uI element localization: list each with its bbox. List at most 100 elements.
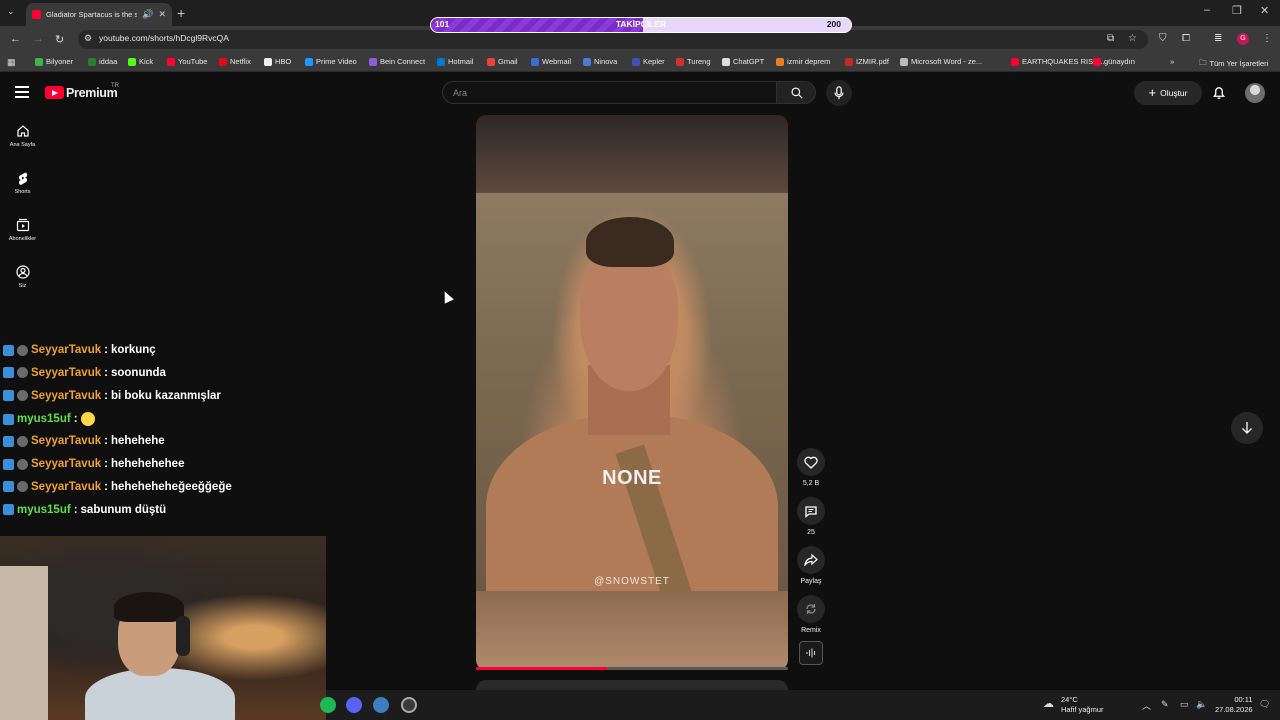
like-button[interactable]: 5,2 B <box>797 448 825 487</box>
bookmark-item[interactable]: Bilyoner <box>35 57 73 66</box>
discord-icon[interactable] <box>346 697 362 713</box>
minimize-icon[interactable]: – <box>1204 4 1210 16</box>
bookmark-star-icon[interactable]: ☆ <box>1128 33 1137 44</box>
guide-item-shorts[interactable]: Shorts <box>0 171 45 195</box>
guide-label: Ana Sayfa <box>9 142 36 148</box>
shield-extension-icon[interactable]: ⛉ <box>1159 33 1167 44</box>
bookmark-item[interactable]: izmir deprem <box>776 57 830 66</box>
bookmark-item[interactable]: YouTube <box>167 57 207 66</box>
next-short-button[interactable] <box>1231 412 1263 444</box>
notification-center-icon[interactable]: 🗨 <box>1259 699 1270 710</box>
chat-text: sabunum düştü <box>80 503 167 516</box>
extensions-icon[interactable]: ⧠ <box>1182 33 1190 44</box>
bookmark-item[interactable]: Bein Connect <box>369 57 425 66</box>
bookmark-item[interactable]: Gmail <box>487 57 518 66</box>
bookmark-item[interactable]: Prime Video <box>305 57 357 66</box>
bookmark-item[interactable]: Hotmail <box>437 57 473 66</box>
account-avatar[interactable] <box>1245 83 1265 103</box>
url-text[interactable]: youtube.com/shorts/hDcgl9RvcQA <box>99 33 229 43</box>
tab-close-icon[interactable]: ✕ <box>158 9 166 20</box>
bookmark-favicon-icon <box>722 57 730 66</box>
close-window-icon[interactable]: ✕ <box>1260 4 1269 17</box>
guide-label: Abonelikler <box>8 236 37 242</box>
system-clock[interactable]: 00:11 27.08.2026 <box>1215 695 1253 715</box>
comments-button[interactable]: 25 <box>797 497 825 536</box>
spotify-icon[interactable] <box>320 697 336 713</box>
bookmark-item[interactable]: HBO <box>264 57 291 66</box>
new-tab-button[interactable]: + <box>177 5 185 21</box>
tray-overflow-icon[interactable]: ︿ <box>1142 699 1151 712</box>
forward-icon[interactable]: → <box>33 33 44 45</box>
plus-icon: + <box>1148 85 1157 100</box>
guide-item-home[interactable]: Ana Sayfa <box>0 124 45 148</box>
bookmark-label: izmir deprem <box>787 57 831 66</box>
bookmark-item[interactable]: günaydın <box>1093 57 1135 66</box>
bookmark-favicon-icon <box>437 57 445 66</box>
chat-message: SeyyarTavuk : hehehehehеğeeğğeğe <box>3 481 232 493</box>
guide-item-subscriptions[interactable]: Abonelikler <box>0 218 45 242</box>
chat-badge-icon <box>3 413 14 425</box>
subscriptions-icon <box>16 218 29 232</box>
volume-icon[interactable]: 🔈 <box>1196 699 1207 710</box>
back-icon[interactable]: ← <box>10 33 21 45</box>
bookmark-item[interactable]: Netflix <box>219 57 251 66</box>
pen-icon[interactable]: ✎ <box>1161 699 1169 710</box>
bookmark-label: iddaa <box>99 57 118 66</box>
bookmark-item[interactable]: iddaa <box>88 57 117 66</box>
guide-item-you[interactable]: Siz <box>0 265 45 289</box>
profile-icon[interactable]: G <box>1237 33 1249 45</box>
media-control-icon[interactable]: ≣ <box>1214 33 1222 44</box>
weather-widget[interactable]: 24°C Hafif yağmur <box>1061 695 1104 715</box>
chat-message: SeyyarTavuk : hehehehehee <box>3 458 184 470</box>
bookmark-item[interactable]: IZMIR.pdf <box>845 57 889 66</box>
bookmark-favicon-icon <box>845 57 853 66</box>
network-icon[interactable]: ▭ <box>1180 699 1189 710</box>
bookmark-favicon-icon <box>35 57 43 66</box>
chat-text: hehehehe <box>110 435 165 448</box>
app-icon[interactable] <box>373 697 389 713</box>
remix-label: Remix <box>801 627 821 634</box>
browser-menu-icon[interactable]: ⋮ <box>1262 33 1272 44</box>
region-code: TR <box>111 83 119 89</box>
bookmark-item[interactable]: Tureng <box>676 57 711 66</box>
share-button[interactable]: Paylaş <box>797 546 825 585</box>
install-app-icon[interactable]: ⧉ <box>1107 33 1114 44</box>
bookmark-item[interactable]: Ninova <box>583 57 617 66</box>
menu-icon[interactable] <box>15 86 29 101</box>
bookmarks-overflow-icon[interactable]: » <box>1170 57 1174 66</box>
video-progress-bar[interactable] <box>476 667 788 670</box>
chat-message: SeyyarTavuk : soonunda <box>3 367 166 379</box>
bookmark-favicon-icon <box>219 57 227 66</box>
chat-username: SeyyarTavuk <box>31 389 102 402</box>
chat-username: SeyyarTavuk <box>31 435 102 448</box>
all-bookmarks-button[interactable]: 🗀 Tüm Yer İşaretleri <box>1199 57 1268 70</box>
chat-text: bi boku kazanmışlar <box>110 389 221 402</box>
reload-icon[interactable]: ↻ <box>55 33 64 46</box>
comment-icon <box>805 505 817 518</box>
tab-search-icon[interactable]: ⌄ <box>7 6 15 17</box>
bookmark-item[interactable]: EARTHQUAKES RISK... <box>1011 57 1104 66</box>
obs-icon[interactable] <box>401 697 417 713</box>
smile-emoji-icon <box>80 412 95 427</box>
bookmark-item[interactable]: Kepler <box>632 57 665 66</box>
site-info-icon[interactable]: ⚙ <box>84 33 92 44</box>
notifications-bell-icon[interactable] <box>1212 85 1226 100</box>
bookmark-item[interactable]: Microsoft Word - ze... <box>900 57 982 66</box>
speaker-icon[interactable]: 🔊 <box>142 9 153 20</box>
create-button[interactable]: + Oluştur <box>1134 81 1202 105</box>
sound-button[interactable] <box>799 641 823 665</box>
bookmark-item[interactable]: ChatGPT <box>722 57 764 66</box>
voice-search-button[interactable] <box>826 80 852 106</box>
browser-tab[interactable]: Gladiator Spartacus is the s 🔊 ✕ <box>26 3 172 26</box>
shorts-video-player[interactable]: NONE @SNOWSTET <box>476 115 788 670</box>
search-input[interactable]: Ara <box>442 81 777 104</box>
maximize-icon[interactable]: ❐ <box>1232 4 1242 17</box>
remix-button[interactable]: Remix <box>797 595 825 634</box>
logo-text[interactable]: Premium <box>66 86 118 100</box>
apps-grid-icon[interactable]: ▦ <box>7 57 16 68</box>
search-button[interactable] <box>776 81 816 104</box>
bookmark-item[interactable]: Webmail <box>531 57 571 66</box>
bookmark-label: Bein Connect <box>380 57 426 66</box>
youtube-logo-icon[interactable] <box>45 86 64 99</box>
bookmark-item[interactable]: Kick <box>128 57 153 66</box>
